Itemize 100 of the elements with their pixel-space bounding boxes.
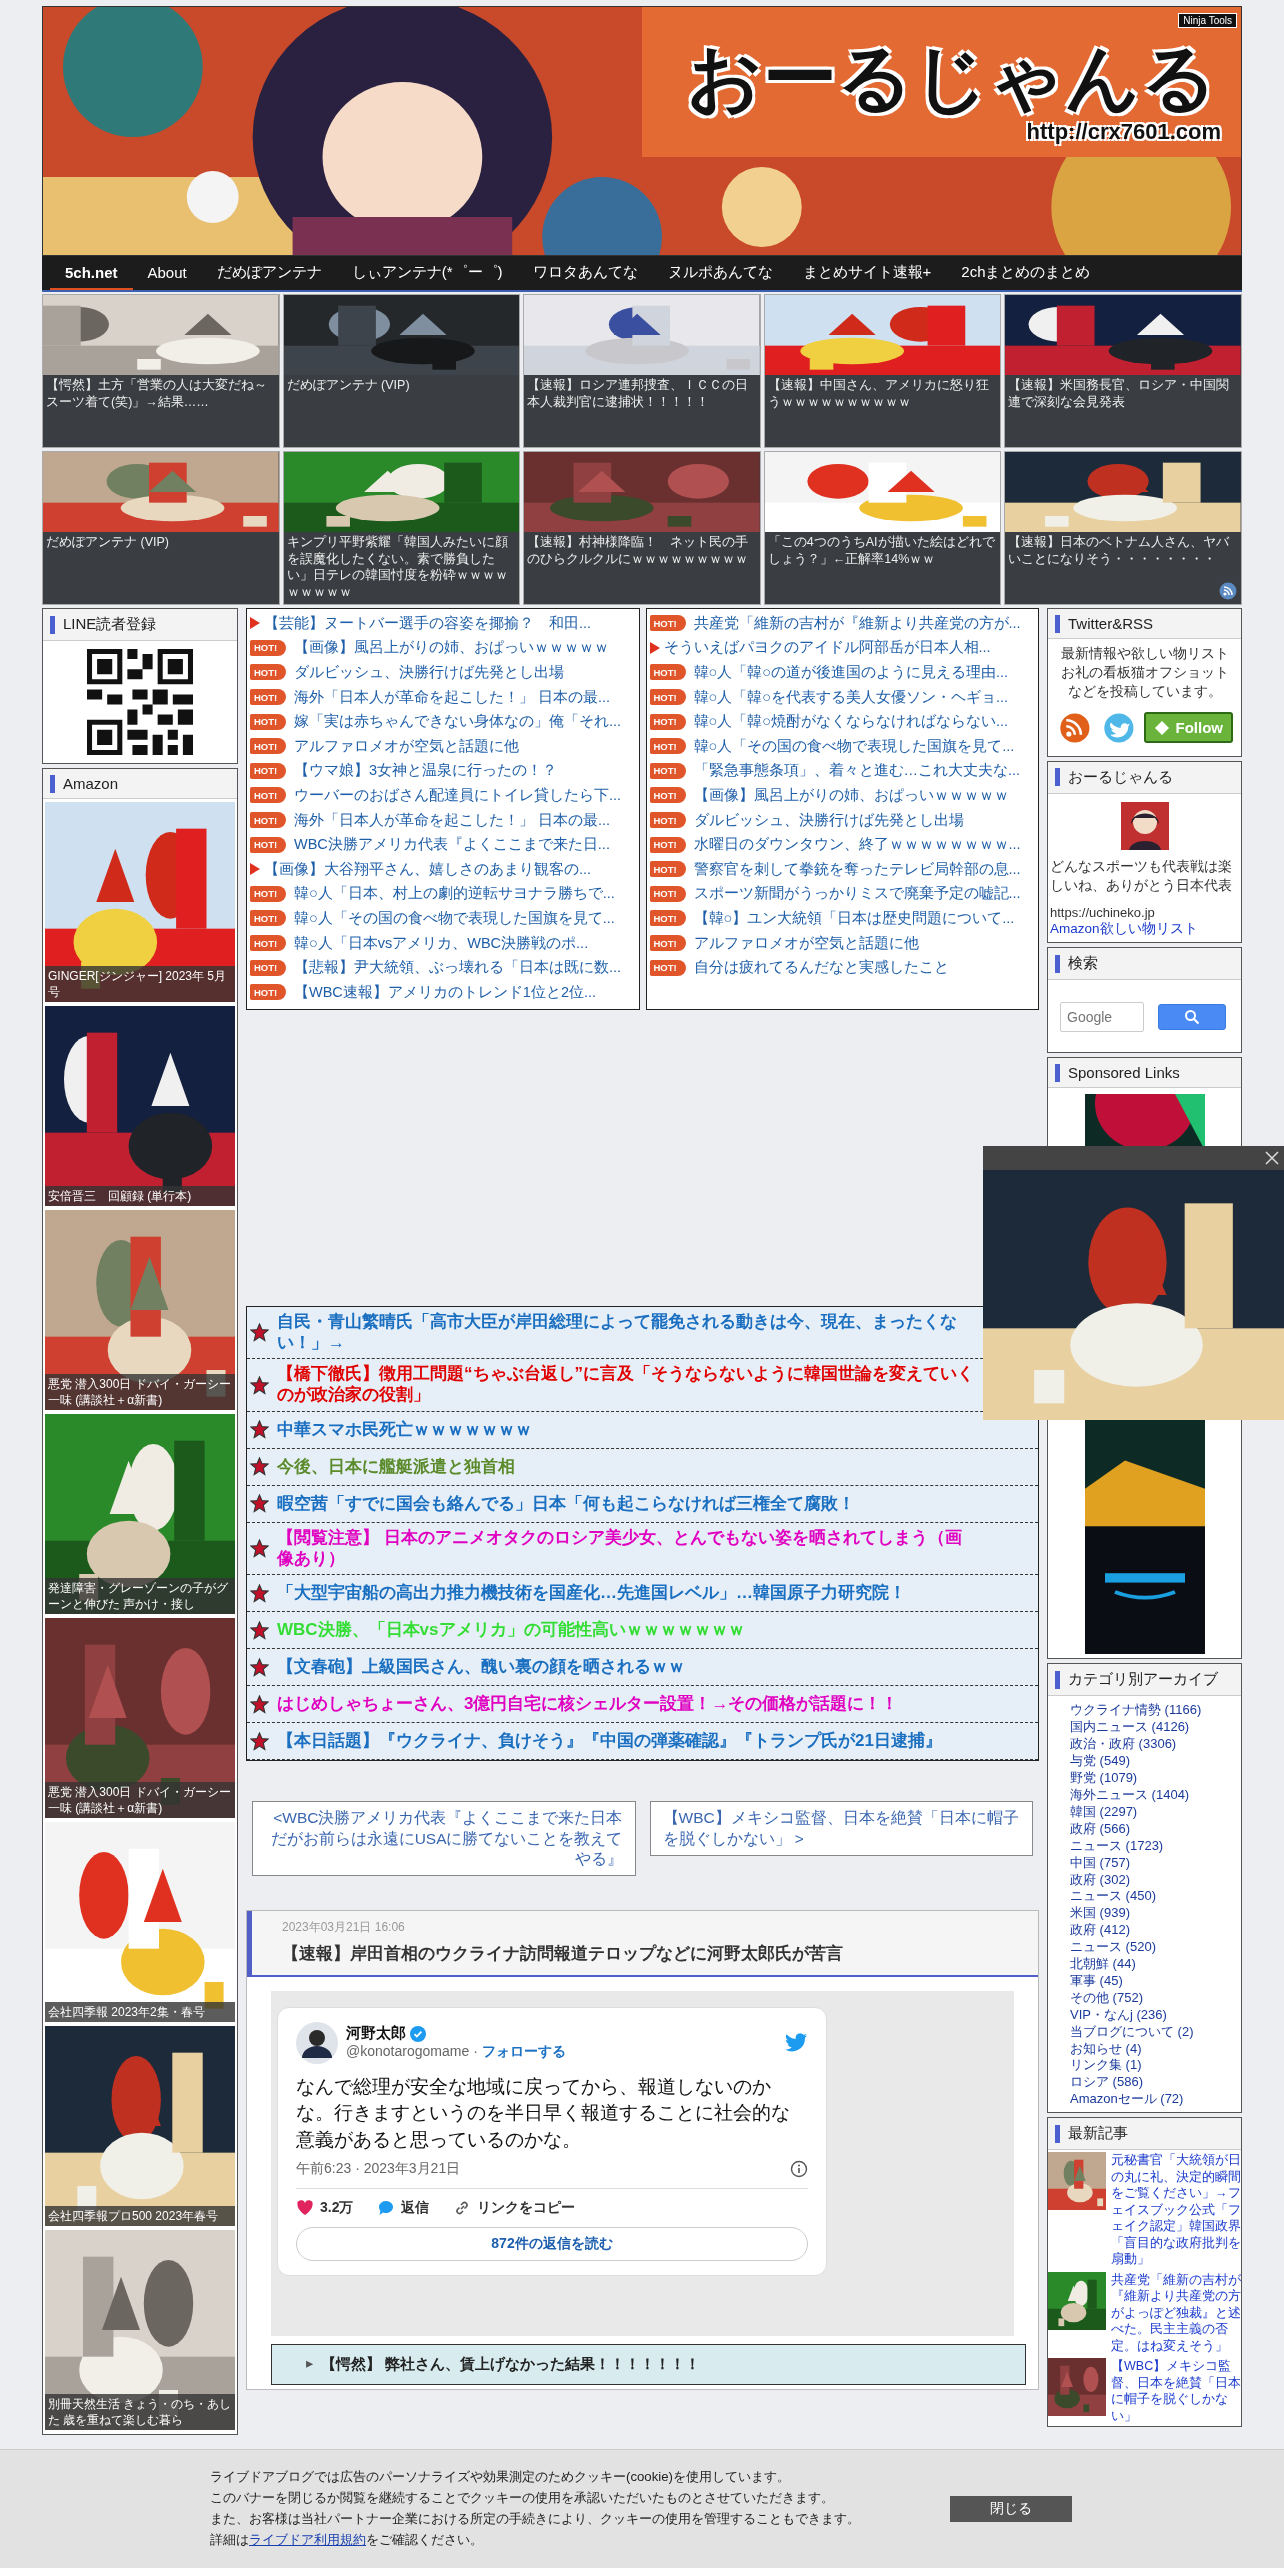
category-link[interactable]: 韓国 (2297) [1070,1803,1241,1821]
article-link[interactable]: 警察官を刺して拳銃を奪ったテレビ局幹部の息... [693,859,1021,879]
article-link[interactable]: 海外「日本人が革命を起こした！」 日本の最... [294,810,611,830]
featured-card[interactable]: 【愕然】土方「営業の人は大変だね～スーツ着て(笑)」→結果…… [42,294,280,448]
search-field[interactable]: Google [1060,1002,1144,1033]
article-link[interactable]: 韓○人「韓○焼酎がなくならなければならない... [693,712,1009,732]
article-link[interactable]: アルファロメオが空気と話題に他 [693,933,919,953]
article-link[interactable]: 「緊急事態条項」、着々と進む…これ大丈夫な... [693,761,1021,781]
pickup-link[interactable]: 暇空茜「すでに国会も絡んでる」日本「何も起こらなければ三権全て腐敗！ [277,1493,855,1515]
article-link[interactable]: 【ウマ娘】3女神と温泉に行ったの！？ [294,761,558,781]
book-caption[interactable]: 発達障害・グレーゾーンの子がグーンと伸びた 声かけ・接し [45,1577,235,1614]
article-link[interactable]: ウーバーのおばさん配達員にトイレ貸したら下... [294,785,622,805]
nav-link[interactable]: まとめサイト速報+ [787,255,947,291]
tweet-time[interactable]: 午前6:23 · 2023年3月21日 [296,2159,461,2178]
book-caption[interactable]: 悪党 潜入300日 ドバイ・ガーシー一味 (講談社＋α新書) [45,1781,235,1818]
featured-card[interactable]: 「この4つのうちAIが描いた絵はどれでしょう？」←正解率14%ｗｗ [763,451,1002,605]
book-caption[interactable]: GINGER[ジンジャー] 2023年 5月号 [45,965,235,1002]
latest-article-link[interactable]: 元秘書官「大統領が日の丸に礼、決定的瞬間をご覧ください」→フェイスブック公式「フェイク認定」韓国政界「盲目的な政府批判を扇動」 [1111,2152,1241,2268]
next-link[interactable]: 【WBC】メキシコ監督、日本を絶賛「日本に帽子を脱ぐしかない」 > [649,1801,1033,1856]
nav-link[interactable]: About [132,256,202,290]
article-link[interactable]: 韓○人「その国の食べ物で表現した国旗を見て... [294,908,615,928]
pickup-link[interactable]: 【橋下徹氏】徴用工問題“ちゃぶ台返し”に言及「そうならないように韓国世論を変えていくのが政治家の役割」 [277,1364,977,1406]
category-link[interactable]: ニュース (520) [1070,1939,1241,1957]
article-link[interactable]: 【画像】大谷翔平さん、嬉しさのあまり観客の... [264,859,592,879]
nav-link[interactable]: 2chまとめのまとめ [946,255,1106,291]
pickup-link[interactable]: 今後、日本に艦艇派遣と独首相 [277,1456,515,1478]
article-link[interactable]: 【画像】風呂上がりの姉、おぱっいｗｗｗｗｗ [693,785,1009,805]
pickup-link[interactable]: 自民・青山繁晴氏「高市大臣が岸田総理によって罷免される動きは今、現在、まったくない！」→ [277,1312,977,1354]
article-link[interactable]: 嫁「実は赤ちゃんできない身体なの」俺「それ... [294,712,622,732]
article-link[interactable]: そういえばパヨクのアイドル阿部岳が日本人相... [663,638,991,658]
close-button[interactable]: 閉じる [950,2496,1072,2522]
site-title[interactable]: おーるじゃんる [687,41,1217,115]
book-caption[interactable]: 悪党 潜入300日 ドバイ・ガーシー一味 (講談社＋α新書) [45,1373,235,1410]
book-caption[interactable]: 別冊天然生活 きょう・のち・あした 歳を重ねて楽しむ暮ら [45,2393,235,2430]
nav-link[interactable]: だめぽアンテナ [201,255,337,291]
article-link[interactable]: スポーツ新聞がうっかりミスで廃棄予定の嘘記... [693,884,1021,904]
pickup-link[interactable]: 中華スマホ民死亡ｗｗｗｗｗｗｗ [277,1419,532,1441]
category-link[interactable]: 中国 (757) [1070,1854,1241,1872]
article-link[interactable]: 【韓○】ユン大統領「日本は歴史問題について... [693,908,1015,928]
latest-article-link[interactable]: 【WBC】メキシコ監督、日本を絶賛「日本に帽子を脱ぐしかない」 [1111,2358,1241,2425]
related-title[interactable]: 【愕然】 弊社さん、賃上げなかった結果！！！！！！！ [321,2354,701,2374]
featured-card[interactable]: 【速報】米国務長官、ロシア・中国関連で深刻な会見発表 [1004,294,1242,448]
category-link[interactable]: ウクライナ情勢 (1166) [1070,1702,1241,1720]
category-link[interactable]: お知らせ (4) [1070,2040,1241,2058]
article-link[interactable]: ダルビッシュ、決勝行けば先発とし出場 [693,810,964,830]
article-link[interactable]: WBC決勝アメリカ代表『よくここまで来た日... [294,835,610,855]
nav-link[interactable]: 5ch.net [50,256,133,290]
featured-card[interactable]: 【速報】中国さん、アメリカに怒り狂うｗｗｗｗｗｗｗｗｗｗ [763,294,1002,448]
article-link[interactable]: 海外「日本人が革命を起こした！」 日本の最... [294,687,611,707]
category-link[interactable]: Amazonセール (72) [1070,2091,1241,2109]
pickup-link[interactable]: 【本日話題】『ウクライナ、負けそう』『中国の弾薬確認』『トランプ氏が21日逮捕』 [277,1731,942,1752]
article-link[interactable]: アルファロメオが空気と話題に他 [294,736,519,756]
featured-card[interactable]: キンプリ平野紫耀「韓国人みたいに顔を誤魔化したくない。素で勝負したい」日テレの韓国忖度を粉砕ｗｗｗｗｗｗｗｗｗ [282,451,521,605]
ninja-badge[interactable]: Ninja Tools [1178,13,1237,28]
article-link[interactable]: 【画像】風呂上がりの姉、おぱっいｗｗｗｗｗ [294,638,609,658]
category-link[interactable]: 政治・政府 (3306) [1070,1736,1241,1754]
book-caption[interactable]: 会社四季報 2023年2集・春号 [45,2001,235,2022]
article-link[interactable]: 共産党「維新の吉村が『維新より共産党の方が... [693,613,1021,633]
category-link[interactable]: 政府 (566) [1070,1820,1241,1838]
copy-link[interactable]: リンクをコピー [477,2198,576,2217]
wishlist-link[interactable]: Amazon欲しい物リスト [1048,920,1241,943]
nav-link[interactable]: しぃアンテナ(*゜ー゜) [336,255,518,291]
category-link[interactable]: ニュース (1723) [1070,1837,1241,1855]
nav-link[interactable]: ワロタあんてな [517,255,653,291]
article-link[interactable]: 【WBC速報】アメリカのトレンド1位と2位... [294,982,597,1002]
latest-article-link[interactable]: 共産党「維新の吉村が『維新より共産党の方がよっぽど独裁』と述べた。民主主義の否定。はね変えそう」 [1111,2271,1241,2355]
category-link[interactable]: その他 (752) [1070,1989,1241,2007]
featured-card[interactable]: だめぽアンテナ (VIP) [282,294,521,448]
category-link[interactable]: 軍事 (45) [1070,1972,1241,1990]
book-caption[interactable]: 安倍晋三 回顧録 (単行本) [45,1185,235,1206]
category-link[interactable]: 与党 (549) [1070,1753,1241,1771]
category-link[interactable]: 当ブログについて (2) [1070,2023,1241,2041]
article-link[interactable]: 水曜日のダウンタウン、終了ｗｗｗｗｗｗｗｗ... [693,835,1021,855]
category-link[interactable]: 政府 (302) [1070,1871,1241,1889]
article-link[interactable]: 韓○人「日本vsアメリカ、WBC決勝戦のポ... [294,933,589,953]
category-link[interactable]: リンク集 (1) [1070,2057,1241,2075]
article-link[interactable]: 【悲報】尹大統領、ぶっ壊れる「日本は既に数... [294,958,622,978]
category-link[interactable]: 野党 (1079) [1070,1770,1241,1787]
follow-link[interactable]: フォローする [481,2043,566,2062]
category-link[interactable]: 政府 (412) [1070,1922,1241,1940]
article-link[interactable]: 韓○人「日本、村上の劇的逆転サヨナラ勝ちで... [294,884,615,904]
featured-card[interactable]: 【速報】ロシア連邦捜査、ＩＣＣの日本人裁判官に逮捕状！！！！！ [523,294,761,448]
article-link[interactable]: ダルビッシュ、決勝行けば先発とし出場 [294,663,564,682]
article-link[interactable]: 韓○人「韓○を代表する美人女優ソン・ヘギョ... [693,687,1009,707]
category-link[interactable]: 北朝鮮 (44) [1070,1956,1241,1973]
article-link[interactable]: 【芸能】ヌートバー選手の容姿を揶揄？ 和田... [264,613,592,633]
category-link[interactable]: 米国 (939) [1070,1905,1241,1923]
category-link[interactable]: ロシア (586) [1070,2074,1241,2092]
related-link[interactable]: ▸ 【愕然】 弊社さん、賃上げなかった結果！！！！！！！ [271,2343,1026,2385]
featured-card[interactable]: 【速報】日本のベトナム人さん、ヤバいことになりそう・・・・・・・・ [1004,451,1242,605]
category-link[interactable]: VIP・なんj (236) [1070,2006,1241,2024]
reply-link[interactable]: 返信 [401,2198,430,2217]
category-link[interactable]: 海外ニュース (1404) [1070,1787,1241,1804]
pickup-link[interactable]: 【文春砲】上級国民さん、醜い裏の顔を晒されるｗｗ [277,1657,685,1678]
book-caption[interactable]: 会社四季報プロ500 2023年春号 [45,2205,235,2226]
category-link[interactable]: ニュース (450) [1070,1888,1241,1906]
terms-link[interactable]: ライブドア利用規約 [249,2531,366,2547]
category-link[interactable]: 国内ニュース (4126) [1070,1719,1241,1737]
nav-link[interactable]: ヌルポあんてな [652,255,788,291]
article-link[interactable]: 韓○人「その国の食べ物で表現した国旗を見て... [693,736,1015,756]
